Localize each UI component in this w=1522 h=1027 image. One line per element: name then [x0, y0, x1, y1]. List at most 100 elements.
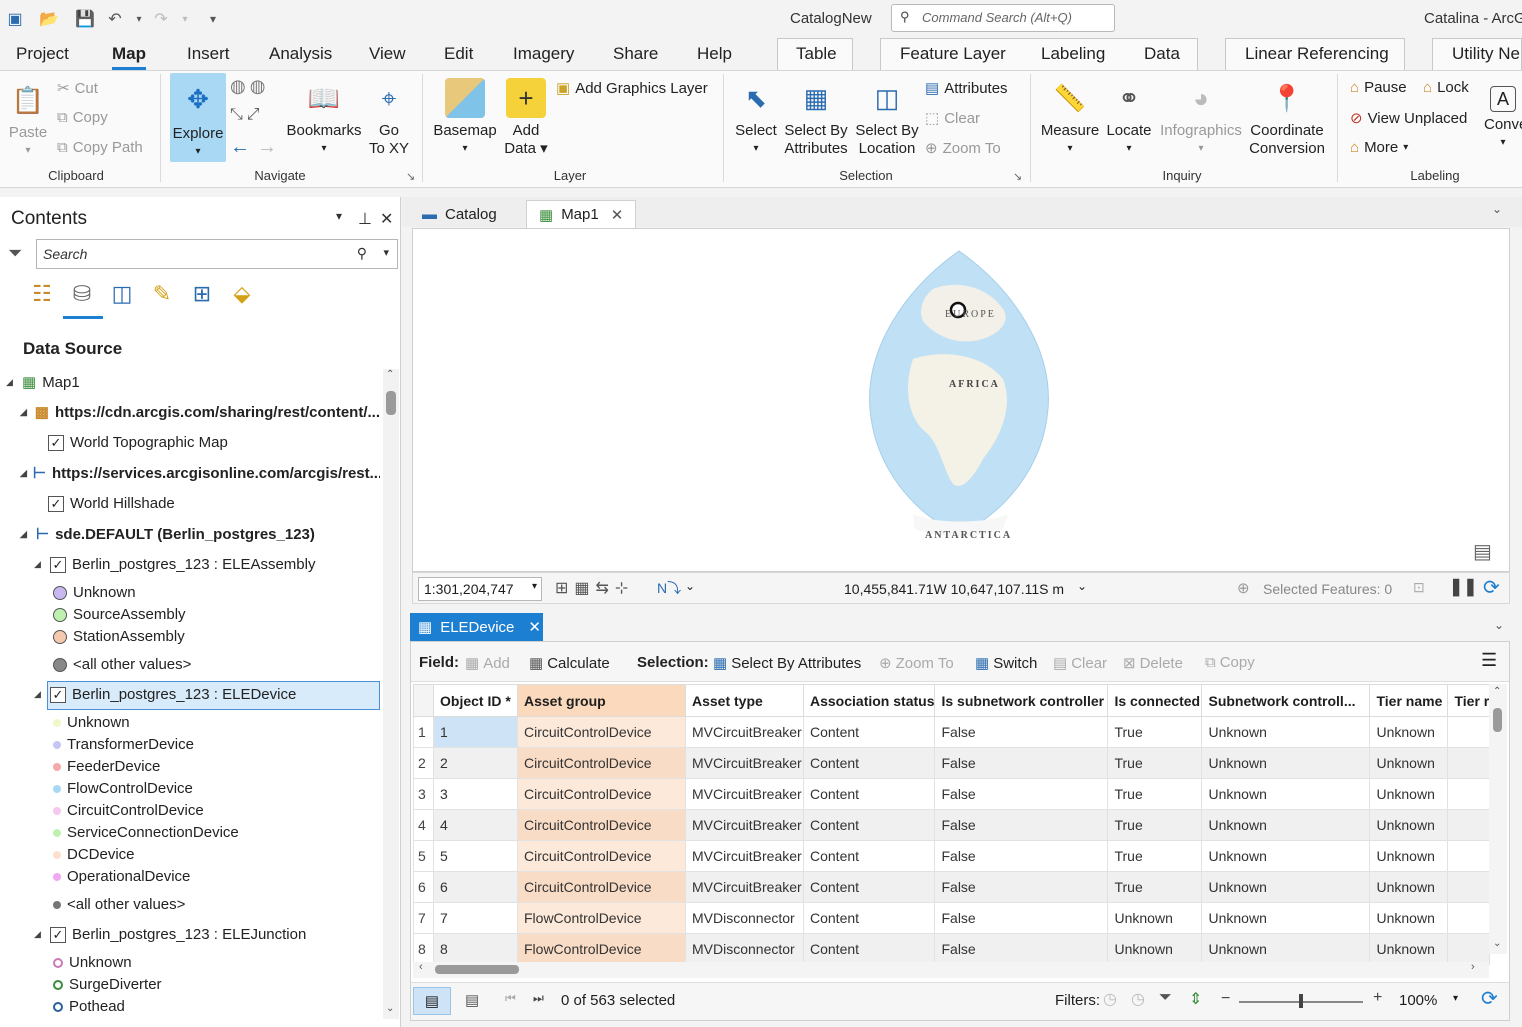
tab-feature-layer[interactable]: Feature Layer	[900, 44, 1006, 64]
zoom-out-icon[interactable]: −	[1221, 990, 1230, 1008]
table-cell[interactable]: 4	[413, 809, 434, 841]
list-by-labeling-icon[interactable]: ⬙	[227, 281, 257, 309]
pane-options-icon[interactable]: ▾	[336, 209, 342, 223]
table-row[interactable]: 6 6 CircuitControlDevice MVCircuitBreaker Co…	[413, 871, 1491, 903]
scrollbar-thumb[interactable]	[435, 965, 519, 974]
map-view[interactable]: EUROPE AFRICA ANTARCTICA ▤	[412, 228, 1510, 572]
column-header[interactable]: Tier name	[1369, 684, 1449, 717]
delete-button[interactable]: ⊠ Delete	[1123, 654, 1183, 673]
chevron-down-icon[interactable]: ⌄	[1077, 579, 1087, 593]
fixed-zoom-icon[interactable]: ⤡⤢	[230, 106, 264, 124]
previous-extent-icon[interactable]: ←	[230, 136, 250, 159]
customize-toolbar-icon[interactable]: ▾	[202, 8, 224, 30]
scale-selector[interactable]: 1:301,204,747 ▾	[418, 577, 542, 601]
table-cell[interactable]: 6	[433, 871, 518, 903]
close-icon[interactable]: ✕	[528, 618, 541, 636]
table-cell-empty[interactable]	[1447, 716, 1491, 748]
tree-item-world-hillshade[interactable]: ✓ World Hillshade	[48, 495, 175, 512]
column-header[interactable]: Object ID *	[433, 684, 518, 717]
pin-icon[interactable]: ⊥	[358, 209, 372, 229]
collapse-icon[interactable]: ◢	[34, 559, 44, 570]
tree-item-ele-assembly[interactable]: ◢ ✓ Berlin_postgres_123 : ELEAssembly	[34, 556, 315, 573]
table-cell[interactable]: CircuitControlDevice	[517, 871, 686, 903]
zoom-in-icon[interactable]: +	[1373, 989, 1382, 1007]
table-cell[interactable]: FlowControlDevice	[517, 902, 686, 934]
select-by-attributes-table-button[interactable]: ▦ Select By Attributes	[713, 654, 861, 673]
column-header[interactable]: Asset type	[685, 684, 804, 717]
table-cell[interactable]: False	[934, 871, 1109, 903]
map-tools-icons[interactable]: ⊞▦⇆⊹	[555, 578, 634, 598]
convert-labels-button[interactable]: AConve▾	[1484, 78, 1522, 152]
chevron-down-icon[interactable]: ⌄	[1494, 618, 1504, 632]
explore-button[interactable]: ✥ Explore ▾	[170, 73, 226, 162]
table-cell[interactable]: Unknown	[1201, 933, 1371, 965]
tab-analysis[interactable]: Analysis	[269, 44, 332, 64]
copy-rows-button[interactable]: ⧉ Copy	[1205, 654, 1255, 671]
contents-search-input[interactable]: Search ⚲ ▾	[36, 239, 398, 269]
table-cell-empty[interactable]	[1447, 840, 1491, 872]
table-cell[interactable]: 8	[413, 933, 434, 965]
table-cell-empty[interactable]	[1447, 778, 1491, 810]
view-unplaced-button[interactable]: ⊘ View Unplaced	[1350, 109, 1467, 128]
column-header[interactable]: Tier r	[1447, 684, 1491, 717]
chevron-down-icon[interactable]: ▾	[532, 581, 537, 592]
scroll-right-icon[interactable]: ›	[1471, 961, 1475, 973]
table-cell[interactable]: Unknown	[1369, 747, 1449, 779]
tab-map1[interactable]: ▦ Map1 ✕	[526, 200, 637, 228]
table-cell[interactable]: False	[934, 902, 1109, 934]
list-by-selection-icon[interactable]: ◫	[107, 281, 137, 309]
close-icon[interactable]: ✕	[380, 209, 393, 229]
redo-dropdown-icon[interactable]: ▾	[174, 8, 196, 30]
zoom-to-selection-button[interactable]: ⊕ Zoom To	[925, 139, 1001, 158]
table-cell-empty[interactable]	[1447, 809, 1491, 841]
add-graphics-layer-button[interactable]: ▣ Add Graphics Layer	[556, 79, 708, 98]
scroll-up-icon[interactable]: ⌃	[1493, 686, 1501, 697]
collapse-icon[interactable]: ◢	[20, 468, 27, 479]
chevron-down-icon[interactable]: ▾	[1453, 993, 1458, 1004]
table-cell[interactable]: False	[934, 716, 1109, 748]
collapse-icon[interactable]: ◢	[34, 929, 44, 940]
clear-table-selection-button[interactable]: ▤ Clear	[1053, 654, 1107, 673]
table-cell[interactable]: Unknown	[1201, 716, 1371, 748]
table-cell[interactable]: False	[934, 933, 1109, 965]
table-cell[interactable]: Content	[802, 778, 936, 810]
checkbox-checked[interactable]: ✓	[48, 495, 64, 512]
table-cell[interactable]: 7	[433, 902, 518, 934]
checkbox-checked[interactable]: ✓	[50, 686, 66, 703]
table-cell[interactable]: CircuitControlDevice	[517, 778, 686, 810]
calculate-field-button[interactable]: ▦ Calculate	[529, 654, 610, 673]
show-all-records-icon[interactable]: ▤	[413, 987, 451, 1015]
refresh-icon-dim[interactable]: ⊡	[1413, 579, 1425, 596]
table-row[interactable]: 8 8 FlowControlDevice MVDisconnector Content…	[413, 933, 1491, 965]
table-cell-empty[interactable]	[1447, 747, 1491, 779]
table-cell[interactable]: MVCircuitBreaker	[685, 840, 804, 872]
undo-icon[interactable]: ↶	[104, 8, 126, 30]
list-by-data-source-icon[interactable]: ⛁	[67, 281, 97, 309]
command-search-input[interactable]: ⚲ Command Search (Alt+Q)	[891, 4, 1115, 32]
table-cell[interactable]: True	[1107, 840, 1203, 872]
coordinate-conversion-button[interactable]: 📍 Coordinate Conversion	[1248, 78, 1326, 158]
table-cell-empty[interactable]	[1447, 871, 1491, 903]
collapse-icon[interactable]: ◢	[6, 377, 16, 388]
scrollbar-thumb[interactable]	[1493, 708, 1502, 732]
table-cell[interactable]: Content	[802, 747, 936, 779]
paste-button[interactable]: 📋 Paste ▾	[6, 80, 50, 160]
locate-button[interactable]: ⚭ Locate ▾	[1104, 78, 1154, 158]
tree-item-ele-device[interactable]: ◢ ✓ Berlin_postgres_123 : ELEDevice	[34, 686, 296, 703]
table-row[interactable]: 5 5 CircuitControlDevice MVCircuitBreaker Co…	[413, 840, 1491, 872]
table-cell[interactable]: Unknown	[1201, 871, 1371, 903]
time-filter-icon[interactable]: ◷	[1103, 989, 1117, 1009]
tab-table[interactable]: Table	[796, 44, 837, 64]
table-cell[interactable]: 8	[433, 933, 518, 965]
collapse-icon[interactable]: ◢	[34, 689, 44, 700]
zoom-level[interactable]: 100%	[1399, 992, 1437, 1009]
measure-button[interactable]: 📏 Measure ▾	[1040, 78, 1100, 158]
table-cell[interactable]: True	[1107, 871, 1203, 903]
checkbox-checked[interactable]: ✓	[48, 434, 64, 451]
tree-item-ele-junction[interactable]: ◢ ✓ Berlin_postgres_123 : ELEJunction	[34, 926, 306, 943]
table-cell[interactable]: Unknown	[1201, 902, 1371, 934]
first-record-icon[interactable]: ⏮	[505, 991, 516, 1006]
go-to-xy-button[interactable]: ⌖ Go To XY	[366, 78, 412, 158]
zoom-to-table-button[interactable]: ⊕ Zoom To	[879, 654, 954, 673]
table-cell[interactable]: Unknown	[1369, 716, 1449, 748]
